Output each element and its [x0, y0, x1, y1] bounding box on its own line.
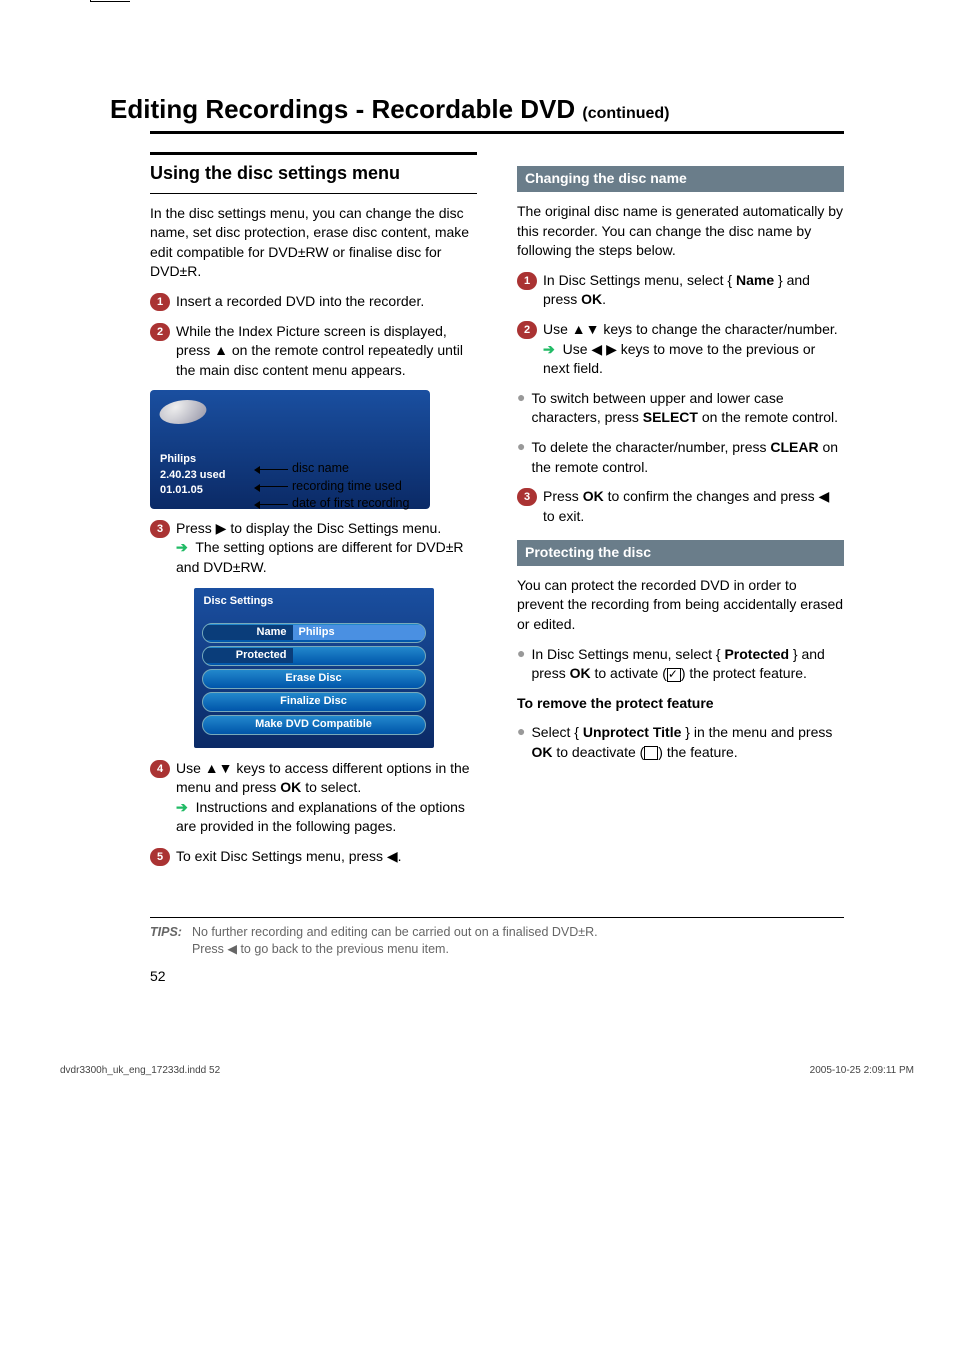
c2-text-b: Use ◀ ▶ keys to move to the previous or … [543, 341, 815, 377]
step-number-icon: 4 [150, 760, 170, 778]
rb-text-a: Select { [531, 724, 578, 740]
disc-icon [156, 400, 211, 424]
callout-date: date of first recording [260, 495, 409, 513]
title-rule [150, 131, 844, 134]
panel-protected-label: Protected [203, 648, 293, 663]
step-5: 5 To exit Disc Settings menu, press ◀. [150, 847, 477, 867]
print-footer: dvdr3300h_uk_eng_17233d.indd 52 2005-10-… [0, 1014, 954, 1098]
checkbox-on-icon [667, 668, 681, 682]
step-number-icon: 1 [150, 293, 170, 311]
bullet-activate-protect: In Disc Settings menu, select { Protecte… [517, 645, 844, 684]
page-title: Editing Recordings - Recordable DVD (con… [110, 91, 884, 127]
c3-text-a: Press [543, 488, 579, 504]
protected-label: Protected [724, 646, 789, 662]
protect-intro: You can protect the recorded DVD in orde… [517, 576, 844, 635]
step-number-icon: 3 [517, 488, 537, 506]
unprotect-title-label: Unprotect Title [583, 724, 682, 740]
ok-label: OK [570, 665, 591, 681]
ok-label: OK [280, 779, 301, 795]
step-number-icon: 3 [150, 520, 170, 538]
pb1-text-a: In Disc Settings menu, select { [531, 646, 720, 662]
remove-protect-head: To remove the protect feature [517, 695, 714, 711]
panel-name-value: Philips [293, 625, 425, 640]
panel-row-erase: Erase Disc [202, 669, 426, 689]
panel-row-finalize: Finalize Disc [202, 692, 426, 712]
tips-bar: TIPS: No further recording and editing c… [150, 917, 844, 959]
clear-label: CLEAR [770, 439, 818, 455]
change-step-3: 3 Press OK to confirm the changes and pr… [517, 487, 844, 526]
step-number-icon: 1 [517, 272, 537, 290]
right-column: Changing the disc name The original disc… [517, 152, 844, 876]
callout-recording-time: recording time used [260, 478, 409, 496]
c1-text-a: In Disc Settings menu, select { [543, 272, 732, 288]
panel-row-make-compatible: Make DVD Compatible [202, 715, 426, 735]
result-arrow-icon [176, 539, 192, 555]
panel-finalize-label: Finalize Disc [203, 694, 425, 709]
change-step-1: 1 In Disc Settings menu, select { Name }… [517, 271, 844, 310]
ok-label: OK [531, 744, 552, 760]
result-arrow-icon [543, 341, 559, 357]
pb1-text-c: to activate ( [594, 665, 666, 681]
name-label: Name [736, 272, 774, 288]
left-column: Using the disc settings menu In the disc… [150, 152, 477, 876]
tips-line-2: Press ◀ to go back to the previous menu … [192, 941, 598, 959]
ok-label: OK [583, 488, 604, 504]
ok-label: OK [581, 291, 602, 307]
bullet-remove-protect: Select { Unprotect Title } in the menu a… [517, 723, 844, 762]
step-3-note: The setting options are different for DV… [176, 539, 464, 575]
step-5-text: To exit Disc Settings menu, press ◀. [176, 847, 477, 867]
step-2-text: While the Index Picture screen is displa… [176, 322, 477, 381]
step-number-icon: 5 [150, 848, 170, 866]
step-3-text: Press ▶ to display the Disc Settings men… [176, 520, 441, 536]
cb2-text-a: To delete the character/number, press [531, 439, 766, 455]
intro-text: In the disc settings menu, you can chang… [150, 204, 477, 282]
disc-content-screenshot: Philips 2.40.23 used 01.01.05 disc name … [150, 390, 430, 508]
panel-erase-label: Erase Disc [203, 671, 425, 686]
rb-text-c: to deactivate ( [556, 744, 644, 760]
step-number-icon: 2 [150, 323, 170, 341]
panel-title: Disc Settings [194, 588, 434, 615]
footer-right: 2005-10-25 2:09:11 PM [810, 1064, 914, 1078]
checkbox-off-icon [644, 746, 658, 760]
callout-disc-name: disc name [260, 460, 409, 478]
title-continued: (continued) [582, 105, 669, 122]
subhead-changing-disc-name: Changing the disc name [517, 166, 844, 192]
step-1-text: Insert a recorded DVD into the recorder. [176, 292, 477, 312]
tips-line-1: No further recording and editing can be … [192, 924, 598, 942]
pb1-text-d: ) the protect feature. [681, 665, 807, 681]
panel-row-name: Name Philips [202, 623, 426, 643]
rb-text-b: } in the menu and press [685, 724, 832, 740]
footer-left: dvdr3300h_uk_eng_17233d.indd 52 [60, 1064, 220, 1078]
subhead-protecting-disc: Protecting the disc [517, 540, 844, 566]
step-number-icon: 2 [517, 321, 537, 339]
rb-text-d: ) the feature. [658, 744, 737, 760]
cb1-text-b: on the remote control. [702, 409, 838, 425]
section-disc-settings-menu: Using the disc settings menu [150, 152, 477, 193]
panel-make-label: Make DVD Compatible [203, 717, 425, 732]
step-3: 3 Press ▶ to display the Disc Settings m… [150, 519, 477, 578]
panel-name-label: Name [203, 625, 293, 640]
step-2: 2 While the Index Picture screen is disp… [150, 322, 477, 381]
title-main: Editing Recordings - Recordable DVD [110, 94, 575, 124]
step-4-text-b: to select. [305, 779, 361, 795]
step-1: 1 Insert a recorded DVD into the recorde… [150, 292, 477, 312]
bullet-switch-case: To switch between upper and lower case c… [517, 389, 844, 428]
step-4: 4 Use ▲▼ keys to access different option… [150, 759, 477, 837]
change-step-2: 2 Use ▲▼ keys to change the character/nu… [517, 320, 844, 379]
bullet-delete-char: To delete the character/number, press CL… [517, 438, 844, 477]
result-arrow-icon [176, 799, 192, 815]
select-label: SELECT [643, 409, 698, 425]
tips-label: TIPS: [150, 924, 182, 959]
disc-settings-panel: Disc Settings Name Philips Protected Era… [193, 587, 435, 748]
change-intro: The original disc name is generated auto… [517, 202, 844, 261]
c2-text-a: Use ▲▼ keys to change the character/numb… [543, 321, 838, 337]
callout-group: disc name recording time used date of fi… [260, 460, 409, 513]
step-4-note: Instructions and explanations of the opt… [176, 799, 465, 835]
panel-row-protected: Protected [202, 646, 426, 666]
page-number: 52 [150, 967, 844, 987]
